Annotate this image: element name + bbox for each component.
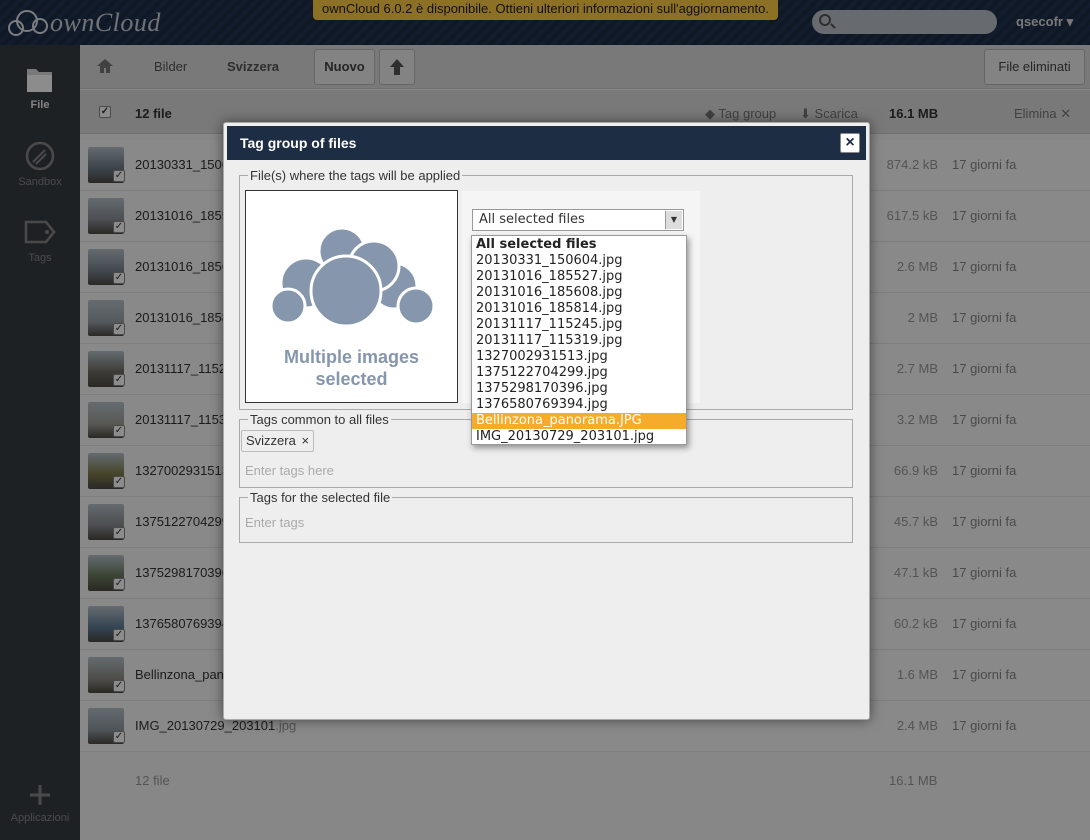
dropdown-option[interactable]: 1375122704299.jpg xyxy=(472,365,686,381)
preview-caption: Multiple images selected xyxy=(283,347,420,389)
selected-tags-legend: Tags for the selected file xyxy=(250,490,391,505)
dropdown-option[interactable]: 20131117_115245.jpg xyxy=(472,317,686,333)
dropdown-option[interactable]: 20131016_185608.jpg xyxy=(472,285,686,301)
dropdown-option[interactable]: 1375298170396.jpg xyxy=(472,381,686,397)
files-fieldset-legend: File(s) where the tags will be applied xyxy=(250,168,461,183)
dialog-title: Tag group of files xyxy=(240,135,357,151)
dropdown-option[interactable]: 1376580769394.jpg xyxy=(472,397,686,413)
selected-tags-input[interactable]: Enter tags xyxy=(245,515,845,533)
dropdown-option[interactable]: All selected files xyxy=(472,237,686,253)
chevron-down-icon: ▼ xyxy=(665,211,682,229)
owncloud-cloud-icon xyxy=(269,226,436,328)
dropdown-option[interactable]: 20131016_185527.jpg xyxy=(472,269,686,285)
dropdown-option[interactable]: 20131016_185814.jpg xyxy=(472,301,686,317)
tag-remove-icon[interactable]: × xyxy=(301,433,309,448)
common-tags-legend: Tags common to all files xyxy=(250,412,389,427)
dropdown-option[interactable]: IMG_20130729_203101.jpg xyxy=(472,429,686,445)
dropdown-option[interactable]: 1327002931513.jpg xyxy=(472,349,686,365)
dropdown-option[interactable]: 20131117_115319.jpg xyxy=(472,333,686,349)
preview-image: Multiple images selected xyxy=(245,190,458,403)
close-button[interactable]: × xyxy=(840,133,860,153)
file-select[interactable]: All selected files ▼ xyxy=(472,209,684,231)
dropdown-option[interactable]: Bellinzona_panorama.JPG xyxy=(472,413,686,429)
tag-chip: Svizzera × xyxy=(241,430,315,452)
file-select-dropdown: All selected files 20130331_150604.jpg 201… xyxy=(471,235,687,445)
common-tags-input[interactable]: Enter tags here xyxy=(245,463,845,481)
dialog-titlebar: Tag group of files × xyxy=(227,126,866,160)
dropdown-option[interactable]: 20130331_150604.jpg xyxy=(472,253,686,269)
